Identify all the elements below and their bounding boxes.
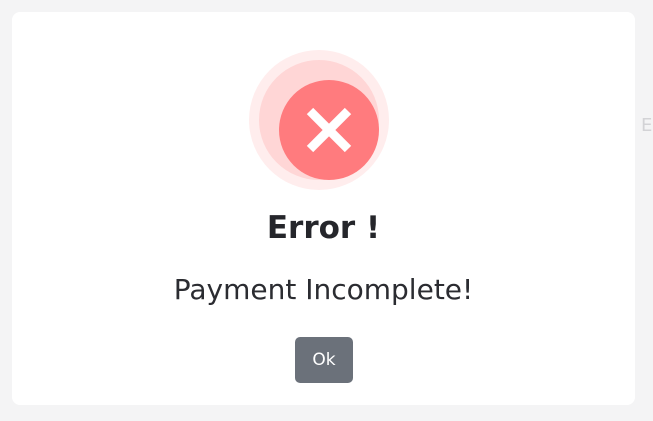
error-x-icon (279, 80, 379, 180)
dialog-title: Error ! (266, 210, 381, 246)
dialog-message: Payment Incomplete! (173, 273, 474, 306)
background-text-fragment: E (641, 115, 653, 136)
error-dialog: Error ! Payment Incomplete! Ok (12, 12, 635, 405)
error-icon-ring (259, 60, 379, 180)
ok-button[interactable]: Ok (295, 337, 353, 383)
x-mark-icon (306, 107, 352, 153)
page-backdrop: E Error ! Payment Incomplete! Ok (0, 0, 653, 421)
error-icon-halo (249, 50, 389, 190)
